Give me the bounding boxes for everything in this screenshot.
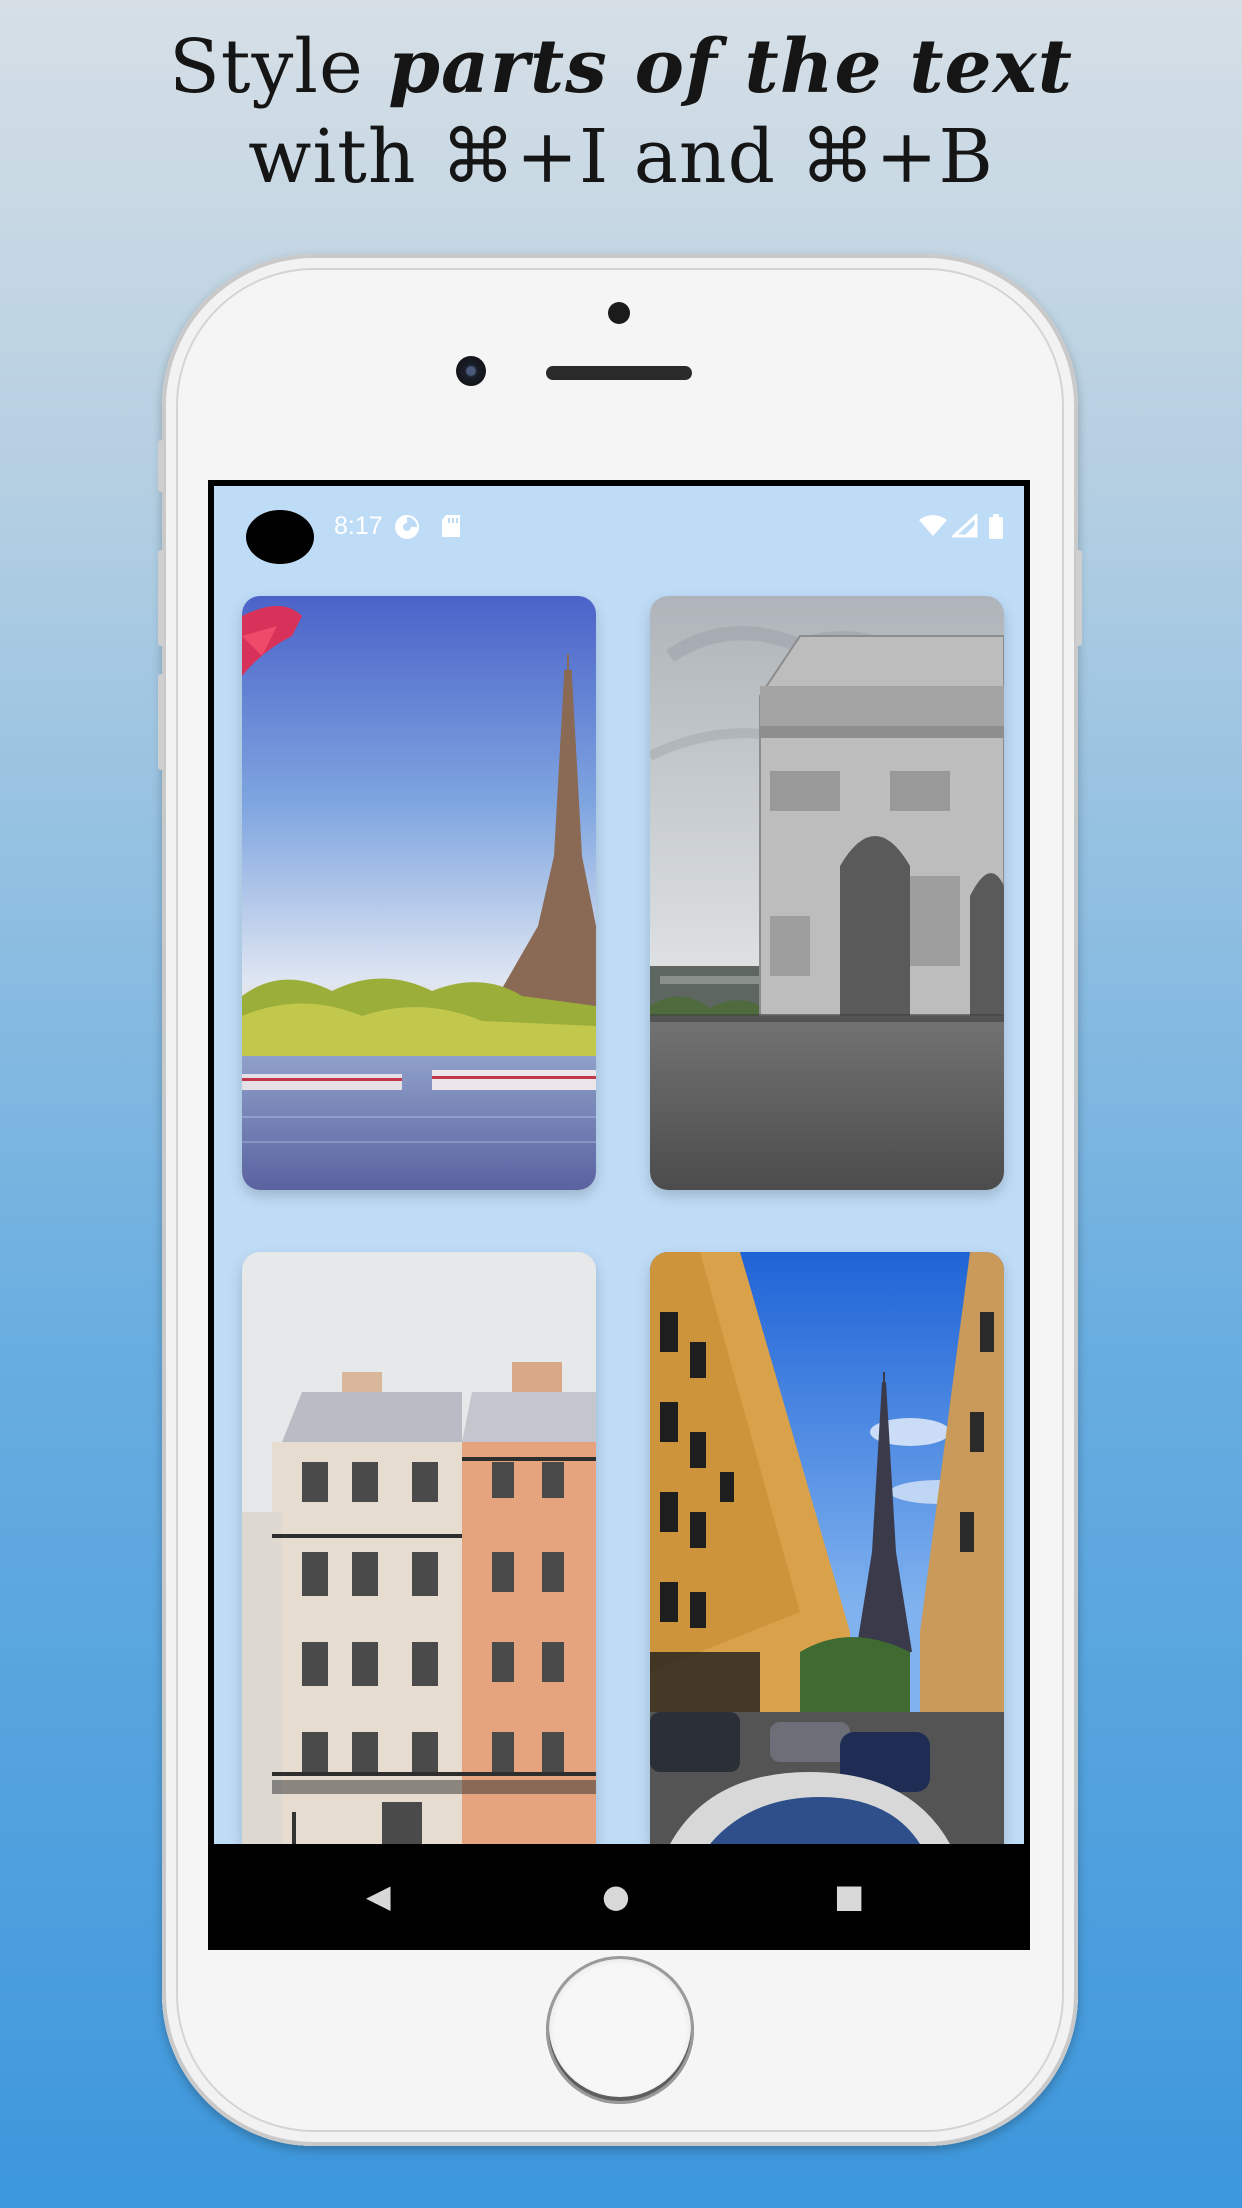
headline-line-2: with ⌘+I and ⌘+B [248, 114, 994, 200]
headline-line-1: Style parts of the text [0, 22, 1242, 112]
physical-home-button [546, 1956, 694, 2104]
headline: Style parts of the text with ⌘+I and ⌘+B [0, 22, 1242, 202]
back-button[interactable]: ◀ [366, 1878, 391, 1914]
headline-emphasis-text: parts of the text [388, 24, 1073, 110]
status-bar: 8:17 [214, 486, 1024, 566]
signal-icon [950, 512, 978, 544]
phone-frame: 8:17 ◀ ● ■ [158, 254, 1082, 2146]
headline-plain-text: Style [169, 24, 389, 110]
navigation-bar: ◀ ● ■ [208, 1844, 1030, 1950]
camera-cutout [246, 510, 314, 564]
home-button[interactable]: ● [602, 1878, 630, 1914]
gallery-image-eiffel-tower[interactable] [242, 596, 596, 1190]
app-display: 8:17 [214, 486, 1024, 1844]
battery-icon [988, 514, 1004, 546]
mute-switch [158, 440, 164, 492]
data-saver-icon [394, 514, 420, 546]
power-button [1076, 550, 1082, 646]
phone-screen: 8:17 ◀ ● ■ [208, 480, 1030, 1950]
recents-button[interactable]: ■ [834, 1878, 864, 1914]
volume-down-button [158, 674, 164, 770]
gallery-image-paris-street[interactable] [650, 1252, 1004, 1844]
status-time: 8:17 [334, 512, 383, 540]
volume-up-button [158, 550, 164, 646]
gallery-image-paris-building[interactable] [242, 1252, 596, 1844]
earpiece-speaker [546, 366, 692, 380]
sd-card-icon [440, 514, 462, 544]
front-camera-icon [456, 356, 486, 386]
wifi-icon [918, 514, 948, 544]
gallery-image-arc-de-triomphe[interactable] [650, 596, 1004, 1190]
proximity-sensor [608, 302, 630, 324]
